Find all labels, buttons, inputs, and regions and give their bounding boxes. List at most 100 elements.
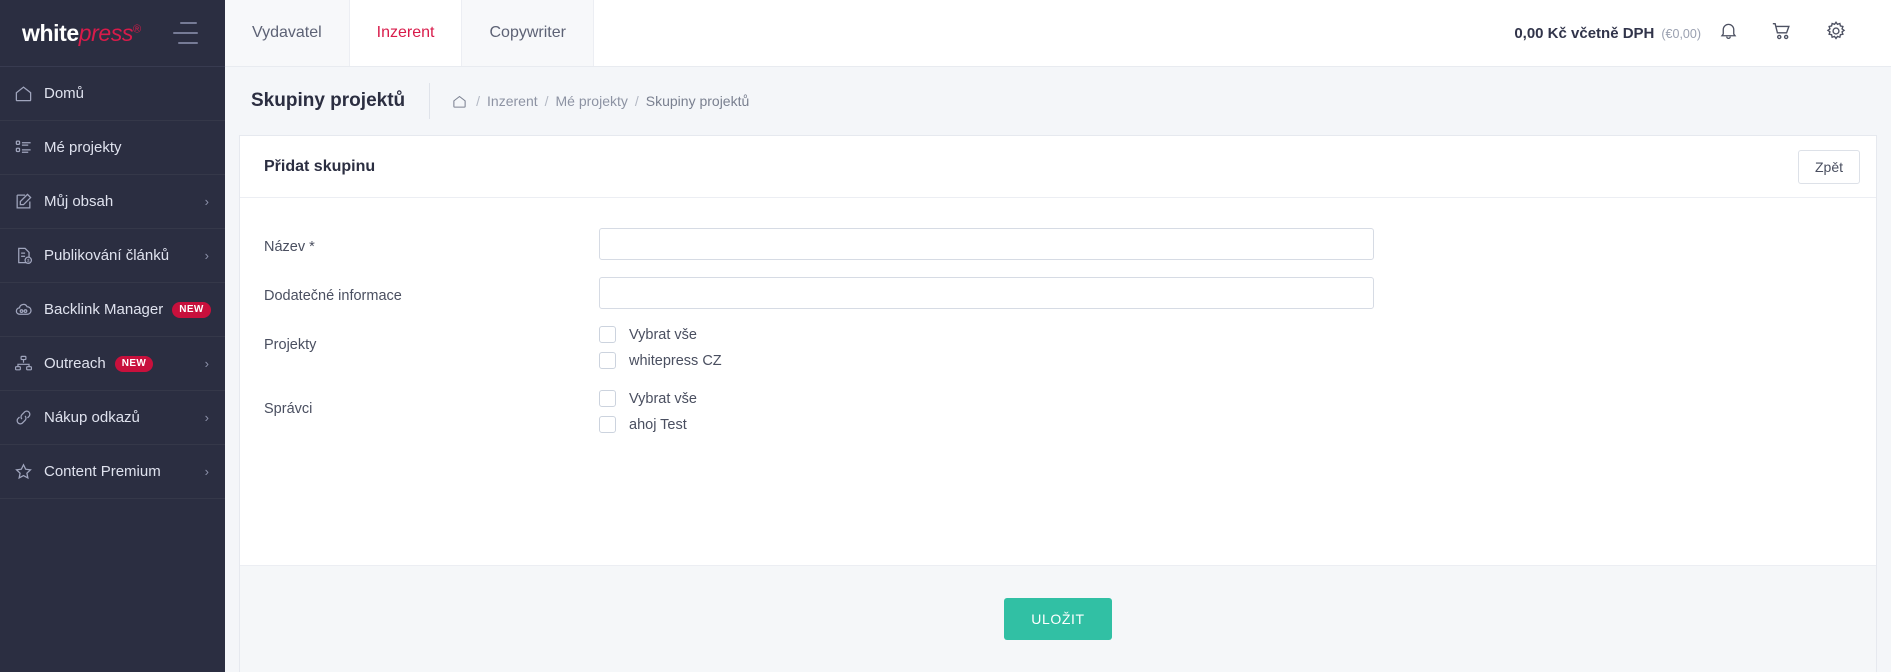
balance-display: 0,00 Kč včetně DPH (€0,00): [1514, 25, 1701, 42]
svg-text:$: $: [27, 258, 30, 264]
sidebar-item-label: Content Premium: [44, 463, 161, 480]
chevron-right-icon: ›: [204, 410, 209, 425]
breadcrumb-item-current: Skupiny projektů: [645, 93, 750, 109]
new-badge: NEW: [172, 301, 211, 318]
logo-registered-mark: ®: [133, 22, 141, 35]
add-group-card: Přidat skupinu Zpět Název * Dodatečné in…: [239, 135, 1877, 672]
document-dollar-icon: $: [14, 245, 44, 267]
brand-header: whitepress®: [0, 0, 225, 67]
new-badge: NEW: [114, 355, 154, 372]
form-row-managers: Správci Vybrat vše ahoj Test: [264, 390, 1852, 442]
link-cloud-icon: [14, 299, 44, 321]
sidebar-item-label: Outreach: [44, 355, 106, 372]
main-area: Vydavatel Inzerent Copywriter 0,00 Kč vč…: [225, 0, 1891, 672]
hamburger-line-3: [178, 42, 198, 44]
breadcrumb-item-me-projekty[interactable]: Mé projekty: [556, 93, 628, 109]
additional-field-wrapper: [599, 277, 1852, 309]
breadcrumb-separator: /: [476, 93, 481, 109]
name-label: Název *: [264, 239, 315, 255]
checkbox-row-project-whitepress-cz[interactable]: whitepress CZ: [599, 352, 1852, 369]
save-button[interactable]: ULOŽIT: [1004, 598, 1112, 640]
checkbox-label: ahoj Test: [629, 416, 687, 433]
sidebar-item-nakup-odkazu[interactable]: Nákup odkazů ›: [0, 391, 225, 445]
app-root: whitepress® Domů Mé projekty Můj obsah ›…: [0, 0, 1891, 672]
checkbox-row-select-all-projects[interactable]: Vybrat vše: [599, 326, 1852, 343]
chevron-right-icon: ›: [204, 248, 209, 263]
checkbox-row-select-all-managers[interactable]: Vybrat vše: [599, 390, 1852, 407]
breadcrumb-separator: /: [634, 93, 639, 109]
balance-amount-eur: (€0,00): [1661, 26, 1701, 41]
home-icon: [14, 83, 44, 105]
cart-button[interactable]: [1755, 0, 1809, 67]
sidebar-item-me-projekty[interactable]: Mé projekty: [0, 121, 225, 175]
sidebar-nav: Domů Mé projekty Můj obsah › $ Publiková…: [0, 67, 225, 499]
checkbox-box[interactable]: [599, 326, 616, 343]
checkbox-box[interactable]: [599, 390, 616, 407]
topbar-right: 0,00 Kč včetně DPH (€0,00): [1514, 0, 1891, 66]
additional-info-input[interactable]: [599, 277, 1374, 309]
card-header: Přidat skupinu Zpět: [240, 136, 1876, 198]
sidebar-item-content-premium[interactable]: Content Premium ›: [0, 445, 225, 499]
tab-copywriter[interactable]: Copywriter: [462, 0, 594, 66]
edit-icon: [14, 191, 44, 213]
sidebar-item-label: Domů: [44, 85, 85, 102]
card-footer: ULOŽIT: [240, 565, 1876, 672]
checkbox-row-manager-ahoj-test[interactable]: ahoj Test: [599, 416, 1852, 433]
star-icon: [14, 461, 44, 483]
sidebar-item-label: Mé projekty: [44, 139, 122, 156]
form-row-projects: Projekty Vybrat vše whitepress CZ: [264, 326, 1852, 378]
sidebar-item-label: Publikování článků: [44, 247, 170, 264]
sidebar-item-muj-obsah[interactable]: Můj obsah ›: [0, 175, 225, 229]
form-row-name: Název *: [264, 228, 1852, 260]
bell-icon: [1718, 20, 1739, 46]
header-divider: [429, 83, 431, 119]
sidebar-item-label: Backlink Manager: [44, 301, 164, 318]
breadcrumb: / Inzerent / Mé projekty / Skupiny proje…: [452, 93, 749, 109]
checkbox-label: Vybrat vše: [629, 326, 697, 343]
role-tabs: Vydavatel Inzerent Copywriter: [225, 0, 594, 66]
hamburger-menu-icon[interactable]: [172, 22, 200, 44]
managers-label: Správci: [264, 401, 313, 417]
page-header: Skupiny projektů / Inzerent / Mé projekt…: [225, 67, 1891, 135]
additional-label: Dodatečné informace: [264, 288, 402, 304]
tab-inzerent[interactable]: Inzerent: [349, 0, 463, 66]
breadcrumb-item-inzerent[interactable]: Inzerent: [487, 93, 538, 109]
back-button[interactable]: Zpět: [1797, 149, 1860, 184]
sidebar-item-backlink-manager[interactable]: Backlink Manager NEW: [0, 283, 225, 337]
settings-button[interactable]: [1809, 0, 1863, 67]
sidebar-item-domu[interactable]: Domů: [0, 67, 225, 121]
tab-label: Vydavatel: [252, 24, 322, 41]
hamburger-line-2: [173, 32, 198, 34]
topbar: Vydavatel Inzerent Copywriter 0,00 Kč vč…: [225, 0, 1891, 67]
tab-vydavatel[interactable]: Vydavatel: [225, 0, 350, 66]
checkbox-box[interactable]: [599, 352, 616, 369]
notifications-button[interactable]: [1701, 0, 1755, 67]
home-icon[interactable]: [452, 94, 467, 109]
tab-label: Inzerent: [376, 24, 435, 41]
name-input[interactable]: [599, 228, 1374, 260]
breadcrumb-separator: /: [544, 93, 549, 109]
list-icon: [14, 137, 44, 159]
sidebar-item-label: Nákup odkazů: [44, 409, 140, 426]
chevron-right-icon: ›: [204, 464, 209, 479]
card-body: Název * Dodatečné informace Projekty Vyb…: [240, 198, 1876, 565]
projects-label: Projekty: [264, 337, 317, 353]
chevron-right-icon: ›: [204, 356, 209, 371]
cart-icon: [1771, 20, 1793, 47]
sidebar: whitepress® Domů Mé projekty Můj obsah ›…: [0, 0, 225, 672]
whitepress-logo[interactable]: whitepress®: [22, 20, 141, 47]
checkbox-box[interactable]: [599, 416, 616, 433]
managers-checkbox-group: Vybrat vše ahoj Test: [599, 390, 1852, 442]
page-title: Skupiny projektů: [251, 90, 406, 111]
chevron-right-icon: ›: [204, 194, 209, 209]
sidebar-item-outreach[interactable]: Outreach NEW ›: [0, 337, 225, 391]
sidebar-item-publikovani-clanku[interactable]: $ Publikování článků ›: [0, 229, 225, 283]
checkbox-label: whitepress CZ: [629, 352, 722, 369]
sidebar-item-label: Můj obsah: [44, 193, 114, 210]
hamburger-line-1: [180, 22, 197, 24]
balance-amount: 0,00 Kč včetně DPH: [1514, 24, 1655, 42]
card-title: Přidat skupinu: [264, 157, 376, 175]
